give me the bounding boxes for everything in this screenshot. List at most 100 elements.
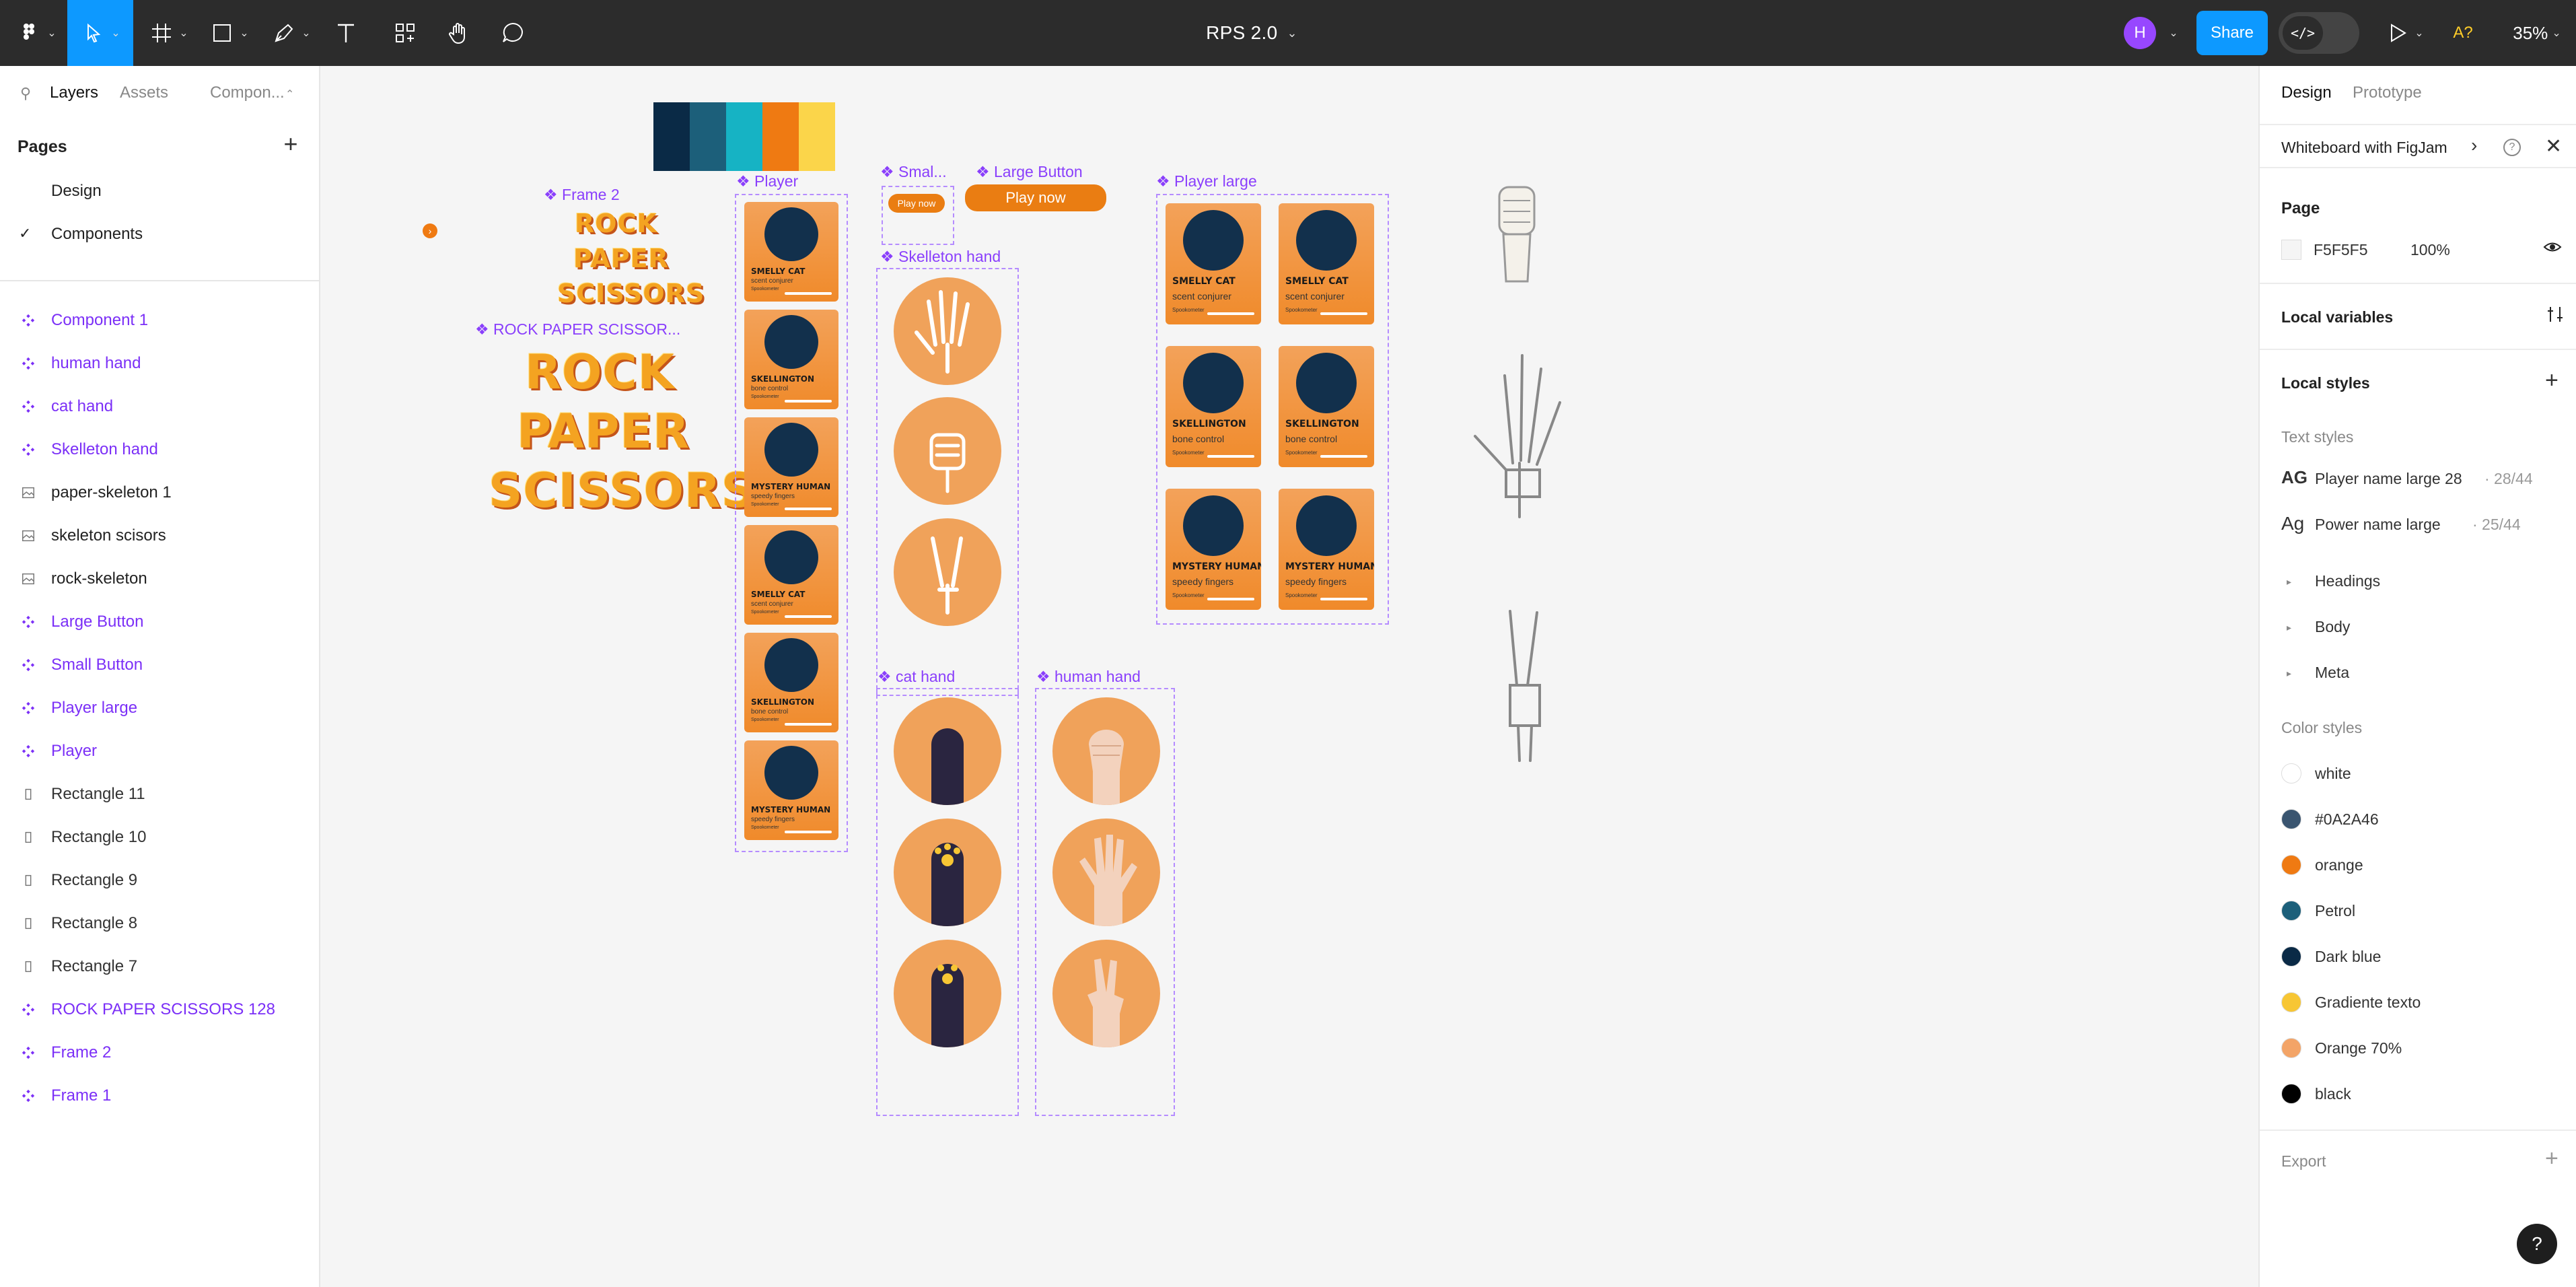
layer-row[interactable]: Player	[0, 730, 319, 773]
figjam-banner[interactable]: Whiteboard with FigJam › ? ✕	[2260, 124, 2576, 168]
layer-row[interactable]: Player large	[0, 687, 319, 730]
frame-label-player-large[interactable]: ❖ Player large	[1156, 172, 1257, 190]
move-icon[interactable]: ⌄	[67, 0, 133, 66]
tab-assets[interactable]: Assets	[120, 83, 168, 102]
player-large-card[interactable]: SKELLINGTON bone control Spookometer	[1166, 346, 1261, 467]
layer-row[interactable]: Large Button	[0, 600, 319, 644]
frame-label-frame-2[interactable]: ❖ Frame 2	[544, 186, 620, 204]
small-play-button[interactable]: Play now	[888, 194, 945, 213]
frame-icon[interactable]: ⌄	[141, 0, 195, 66]
human-scissors-hand[interactable]	[1052, 940, 1160, 1047]
color-style-name[interactable]: black	[2315, 1085, 2351, 1103]
skeleton-scissors-hand[interactable]	[894, 518, 1001, 626]
page-color-value[interactable]: F5F5F5	[2314, 241, 2368, 259]
player-card[interactable]: SKELLINGTON bone control Spookometer	[744, 633, 838, 732]
layer-row[interactable]: Rectangle 7	[0, 945, 319, 988]
color-swatch[interactable]	[2281, 855, 2301, 875]
page-opacity-value[interactable]: 100%	[2410, 241, 2450, 259]
cat-paper-hand[interactable]	[894, 819, 1001, 926]
palette-swatch-yellow[interactable]	[799, 102, 835, 171]
tab-design[interactable]: Design	[2281, 83, 2332, 102]
layer-row[interactable]: Rectangle 9	[0, 859, 319, 902]
palette-swatch-petrol[interactable]	[690, 102, 726, 171]
expand-triangle-icon[interactable]: ▸	[2287, 668, 2291, 679]
player-card[interactable]: SMELLY CAT scent conjurer Spookometer	[744, 525, 838, 625]
color-style-name[interactable]: #0A2A46	[2315, 810, 2379, 829]
player-large-card[interactable]: SMELLY CAT scent conjurer Spookometer	[1279, 203, 1374, 324]
color-style-name[interactable]: Orange 70%	[2315, 1039, 2402, 1057]
cat-scissors-hand[interactable]	[894, 940, 1001, 1047]
layer-row[interactable]: skeleton scisors	[0, 514, 319, 557]
player-large-card[interactable]: MYSTERY HUMAN speedy fingers Spookometer	[1279, 489, 1374, 610]
color-style-name[interactable]: orange	[2315, 856, 2363, 874]
layer-row[interactable]: Rectangle 10	[0, 816, 319, 859]
player-large-card[interactable]: MYSTERY HUMAN speedy fingers Spookometer	[1166, 489, 1261, 610]
layer-row[interactable]: Rectangle 11	[0, 773, 319, 816]
hand-icon[interactable]	[439, 0, 479, 66]
design-canvas[interactable]: ❖ Frame 2 › ROCK PAPER SCISSORS ❖ ROCK P…	[322, 66, 2257, 1287]
dev-mode-toggle[interactable]: </>	[2279, 12, 2359, 54]
variables-icon[interactable]	[2545, 304, 2565, 329]
skeleton-paper-hand[interactable]	[894, 277, 1001, 385]
text-style-name[interactable]: Power name large	[2315, 516, 2441, 534]
frame-label-skelleton-hand[interactable]: ❖ Skelleton hand	[880, 248, 1001, 266]
tab-components-page[interactable]: Compon...	[210, 83, 285, 102]
frame-label-rps[interactable]: ❖ ROCK PAPER SCISSOR...	[475, 320, 680, 339]
layer-row[interactable]: ROCK PAPER SCISSORS 128	[0, 988, 319, 1031]
page-color-swatch[interactable]	[2281, 240, 2301, 260]
document-title[interactable]: RPS 2.0 ⌄	[1110, 0, 1393, 66]
chevron-right-icon[interactable]: ›	[2471, 135, 2477, 156]
color-swatch[interactable]	[2281, 809, 2301, 829]
frame-label-cat-hand[interactable]: ❖ cat hand	[878, 668, 955, 686]
large-play-button[interactable]: Play now	[965, 184, 1106, 211]
layer-row[interactable]: Small Button	[0, 644, 319, 687]
human-rock-hand[interactable]	[1052, 697, 1160, 805]
help-icon[interactable]: ?	[2503, 139, 2521, 156]
skeleton-paper-image[interactable]	[1466, 349, 1573, 524]
skeleton-rock-image[interactable]	[1483, 174, 1550, 288]
page-item-components[interactable]: ✓ Components	[0, 214, 319, 254]
color-style-name[interactable]: Dark blue	[2315, 948, 2381, 966]
color-swatch[interactable]	[2281, 763, 2301, 784]
pen-icon[interactable]: ⌄	[264, 0, 318, 66]
text-icon[interactable]	[326, 0, 366, 66]
color-swatch[interactable]	[2281, 901, 2301, 921]
expand-triangle-icon[interactable]: ▸	[2287, 576, 2291, 588]
skeleton-scissors-image[interactable]	[1490, 604, 1557, 766]
layer-row[interactable]: cat hand	[0, 385, 319, 428]
text-style-group[interactable]: Headings	[2315, 572, 2380, 590]
layer-row[interactable]: rock-skeleton	[0, 557, 319, 600]
layer-row[interactable]: human hand	[0, 342, 319, 385]
resources-icon[interactable]	[385, 0, 425, 66]
present-play-icon[interactable]: ⌄	[2377, 0, 2431, 66]
cat-rock-hand[interactable]	[894, 697, 1001, 805]
chevron-down-icon[interactable]: ⌄	[2161, 0, 2182, 66]
color-swatch[interactable]	[2281, 1038, 2301, 1058]
text-style-name[interactable]: Player name large 28	[2315, 470, 2462, 488]
expand-triangle-icon[interactable]: ▸	[2287, 622, 2291, 633]
player-card[interactable]: MYSTERY HUMAN speedy fingers Spookometer	[744, 417, 838, 517]
player-large-card[interactable]: SMELLY CAT scent conjurer Spookometer	[1166, 203, 1261, 324]
layer-row[interactable]: Skelleton hand	[0, 428, 319, 471]
frame-label-large-button[interactable]: ❖ Large Button	[976, 163, 1083, 181]
page-item-design[interactable]: Design	[0, 171, 319, 211]
text-style-group[interactable]: Meta	[2315, 664, 2349, 682]
frame-label-small-button[interactable]: ❖ Smal...	[880, 163, 947, 181]
chevron-up-icon[interactable]: ⌃	[285, 88, 294, 101]
color-swatch[interactable]	[2281, 1084, 2301, 1104]
player-card[interactable]: SMELLY CAT scent conjurer Spookometer	[744, 202, 838, 302]
layer-row[interactable]: paper-skeleton 1	[0, 471, 319, 514]
share-button[interactable]: Share	[2196, 11, 2268, 55]
add-export-icon[interactable]: +	[2545, 1146, 2559, 1172]
accessibility-check[interactable]: A?	[2443, 0, 2483, 66]
tab-prototype[interactable]: Prototype	[2353, 83, 2422, 102]
add-page-icon[interactable]: +	[277, 131, 304, 158]
color-style-name[interactable]: Petrol	[2315, 902, 2355, 920]
player-large-card[interactable]: SKELLINGTON bone control Spookometer	[1279, 346, 1374, 467]
human-paper-hand[interactable]	[1052, 819, 1160, 926]
tab-layers[interactable]: Layers	[50, 83, 98, 102]
color-swatch[interactable]	[2281, 992, 2301, 1012]
user-avatar[interactable]: H	[2120, 0, 2160, 66]
figma-menu-icon[interactable]: ⌄	[9, 0, 63, 66]
arrow-badge-icon[interactable]: ›	[423, 223, 437, 238]
